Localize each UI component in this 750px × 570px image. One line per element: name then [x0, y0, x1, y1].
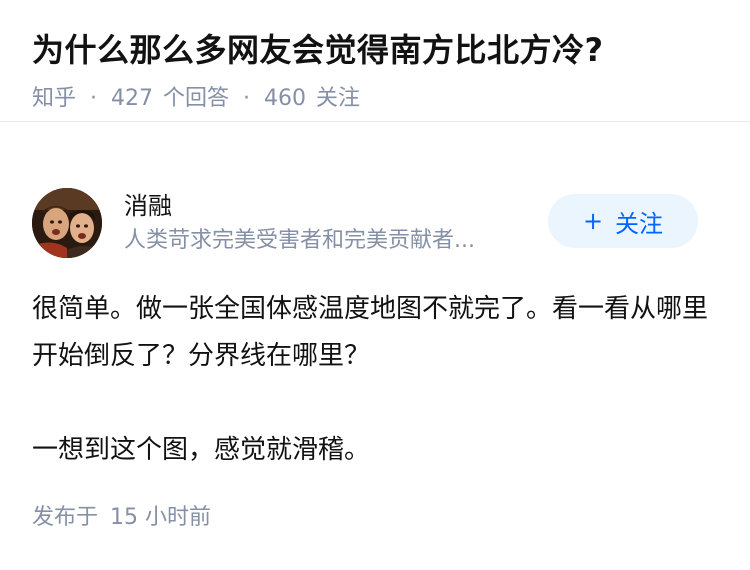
avatar[interactable]: [32, 188, 102, 258]
answer-body: 很简单。做一张全国体感温度地图不就完了。看一看从哪里开始倒反了？分界线在哪里？ …: [32, 286, 712, 474]
author-row: 消融 人类苛求完美受害者和完美贡献者... + 关注: [32, 183, 698, 263]
question-meta: 知乎 · 427 个回答 · 460 关注: [32, 84, 718, 114]
published-time: 15 小时前: [110, 505, 212, 530]
separator-dot: ·: [90, 86, 98, 111]
answers-count: 427: [111, 86, 154, 111]
answer-paragraph: 很简单。做一张全国体感温度地图不就完了。看一看从哪里开始倒反了？分界线在哪里？: [32, 294, 709, 371]
author-bio: 人类苛求完美受害者和完美贡献者...: [124, 228, 475, 253]
plus-icon: +: [582, 207, 604, 235]
followers-count: 460: [264, 86, 307, 111]
answers-label[interactable]: 个回答: [163, 84, 229, 114]
avatar-image: [32, 188, 102, 258]
source-label[interactable]: 知乎: [32, 84, 76, 114]
answer-paragraph: 一想到这个图，感觉就滑稽。: [32, 435, 371, 465]
follow-button[interactable]: + 关注: [548, 194, 698, 248]
published-label: 发布于: [32, 505, 99, 530]
separator-dot: ·: [243, 86, 251, 111]
question-title[interactable]: 为什么那么多网友会觉得南方比北方冷?: [32, 28, 718, 72]
followers-label[interactable]: 关注: [316, 84, 360, 114]
follow-button-label: 关注: [615, 209, 664, 238]
answer-footer: 发布于 15 小时前: [32, 502, 211, 534]
question-header: 为什么那么多网友会觉得南方比北方冷? 知乎 · 427 个回答 · 460 关注: [0, 0, 750, 122]
